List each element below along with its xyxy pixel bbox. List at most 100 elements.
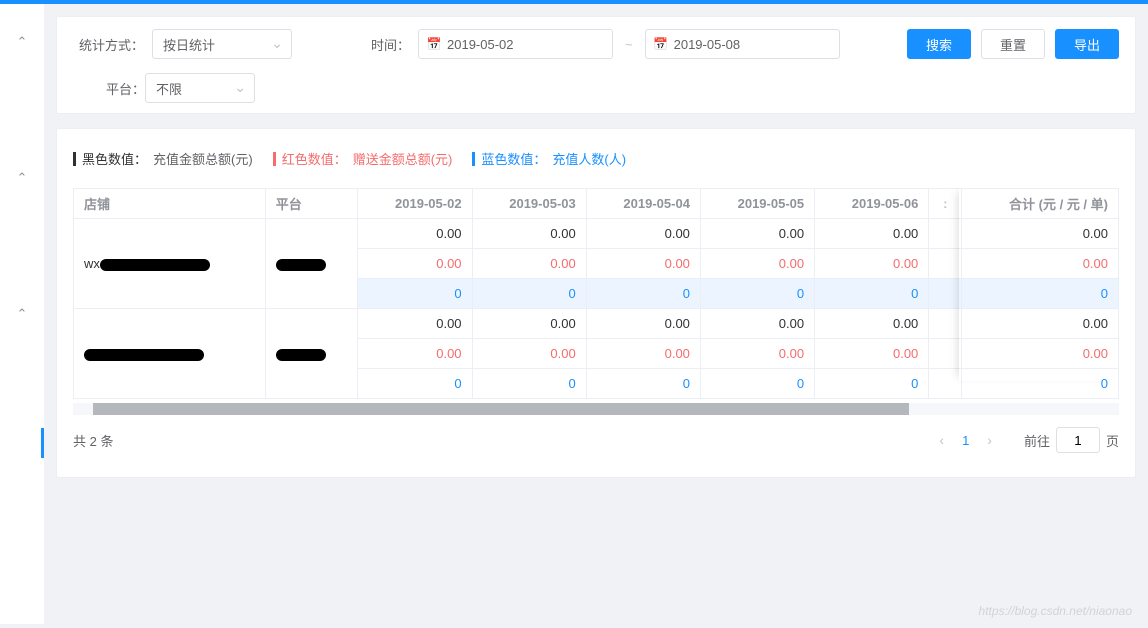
total-cell: 0.00 [962, 219, 1119, 249]
goto-suffix: 页 [1106, 431, 1119, 450]
metric-cell: 0 [472, 369, 586, 399]
col-total: 合计 (元 / 元 / 单) [962, 189, 1119, 219]
col-platform: 平台 [265, 189, 358, 219]
platform-value: 不限 [156, 79, 182, 98]
date-start-input[interactable]: 📅 2019-05-02 [418, 29, 613, 59]
platform-select[interactable]: 不限 [145, 73, 255, 103]
page-number[interactable]: 1 [952, 433, 979, 448]
metric-cell: 0.00 [472, 309, 586, 339]
metric-cell: 0 [358, 279, 472, 309]
watermark: https://blog.csdn.net/niaonao [979, 604, 1132, 618]
total-cell: 0.00 [962, 339, 1119, 369]
legend-bar-blue [472, 152, 475, 166]
gap-cell [929, 279, 962, 309]
store-cell: wx [74, 219, 266, 309]
metric-cell: 0.00 [700, 309, 814, 339]
search-button[interactable]: 搜索 [907, 29, 971, 59]
total-cell: 0.00 [962, 249, 1119, 279]
reset-button[interactable]: 重置 [981, 29, 1045, 59]
metric-cell: 0 [586, 279, 700, 309]
stat-method-value: 按日统计 [163, 35, 215, 54]
col-date-3: 2019-05-05 [700, 189, 814, 219]
metric-cell: 0 [815, 369, 929, 399]
metric-cell: 0.00 [472, 339, 586, 369]
scrollbar-thumb[interactable] [93, 403, 909, 415]
col-date-4: 2019-05-06 [815, 189, 929, 219]
chevron-up-icon[interactable]: ⌃ [17, 34, 28, 50]
gap-cell [929, 339, 962, 369]
total-cell: 0 [962, 369, 1119, 399]
metric-cell: 0 [815, 279, 929, 309]
metric-cell: 0.00 [815, 309, 929, 339]
table-header-row: 店铺 平台 2019-05-02 2019-05-03 2019-05-04 2… [74, 189, 1119, 219]
data-table-wrap: 店铺 平台 2019-05-02 2019-05-03 2019-05-04 2… [57, 188, 1135, 399]
prev-page-button[interactable]: ‹ [931, 432, 952, 448]
export-button[interactable]: 导出 [1055, 29, 1119, 59]
metric-cell: 0.00 [586, 339, 700, 369]
metric-cell: 0 [472, 279, 586, 309]
total-cell: 0 [962, 279, 1119, 309]
metric-cell: 0 [586, 369, 700, 399]
store-cell [74, 309, 266, 399]
metric-cell: 0 [358, 369, 472, 399]
platform-cell [265, 309, 358, 399]
metric-cell: 0.00 [472, 249, 586, 279]
stat-method-label: 统计方式： [79, 35, 144, 54]
pagination: 共 2 条 ‹ 1 › 前往 页 [57, 415, 1135, 469]
total-text: 共 2 条 [73, 431, 113, 450]
metric-cell: 0.00 [700, 339, 814, 369]
metric-cell: 0.00 [586, 219, 700, 249]
legend-blue-val: 充值人数(人) [552, 149, 626, 168]
legend-red-key: 红色数值： [282, 149, 347, 168]
goto-label: 前往 [1024, 431, 1050, 450]
data-table: 店铺 平台 2019-05-02 2019-05-03 2019-05-04 2… [73, 188, 1119, 399]
table-row: 0.000.000.000.000.000.00 [74, 309, 1119, 339]
gap-cell [929, 219, 962, 249]
col-date-1: 2019-05-03 [472, 189, 586, 219]
chevron-up-icon[interactable]: ⌃ [17, 306, 28, 322]
col-date-2: 2019-05-04 [586, 189, 700, 219]
sidebar-active-indicator [41, 428, 44, 458]
metric-cell: 0.00 [472, 219, 586, 249]
stat-method-select[interactable]: 按日统计 [152, 29, 292, 59]
metric-cell: 0.00 [815, 249, 929, 279]
col-more: : [929, 189, 962, 219]
horizontal-scrollbar[interactable] [73, 403, 1119, 415]
platform-label: 平台： [101, 79, 145, 98]
metric-cell: 0.00 [358, 309, 472, 339]
main-content: 统计方式： 按日统计 时间： 📅 2019-05-02 ~ 📅 2019-05-… [44, 4, 1148, 624]
metric-cell: 0 [700, 279, 814, 309]
metric-cell: 0.00 [586, 249, 700, 279]
chevron-up-icon[interactable]: ⌃ [17, 170, 28, 186]
col-date-0: 2019-05-02 [358, 189, 472, 219]
col-store: 店铺 [74, 189, 266, 219]
date-start-value: 2019-05-02 [447, 37, 514, 52]
legend-black-val: 充值金额总额(元) [153, 149, 253, 168]
table-row: wx0.000.000.000.000.000.00 [74, 219, 1119, 249]
legend-bar-red [273, 152, 276, 166]
metric-cell: 0.00 [815, 219, 929, 249]
metric-cell: 0.00 [586, 309, 700, 339]
calendar-icon: 📅 [654, 37, 668, 51]
goto-input[interactable] [1056, 427, 1100, 453]
metric-cell: 0.00 [358, 339, 472, 369]
gap-cell [929, 309, 962, 339]
calendar-icon: 📅 [427, 37, 441, 51]
sidebar: ⌃ ⌃ ⌃ [0, 4, 44, 624]
metric-cell: 0.00 [358, 219, 472, 249]
metric-cell: 0.00 [700, 219, 814, 249]
gap-cell [929, 249, 962, 279]
platform-cell [265, 219, 358, 309]
legend-blue-key: 蓝色数值： [481, 149, 546, 168]
legend-black-key: 黑色数值： [82, 149, 147, 168]
next-page-button[interactable]: › [979, 432, 1000, 448]
legend-bar-black [73, 152, 76, 166]
date-end-value: 2019-05-08 [674, 37, 741, 52]
date-separator: ~ [621, 37, 637, 52]
date-end-input[interactable]: 📅 2019-05-08 [645, 29, 840, 59]
legend: 黑色数值： 充值金额总额(元) 红色数值： 赠送金额总额(元) 蓝色数值： 充值… [57, 129, 1135, 188]
metric-cell: 0.00 [358, 249, 472, 279]
legend-red-val: 赠送金额总额(元) [353, 149, 453, 168]
gap-cell [929, 369, 962, 399]
time-label: 时间： [350, 35, 410, 54]
